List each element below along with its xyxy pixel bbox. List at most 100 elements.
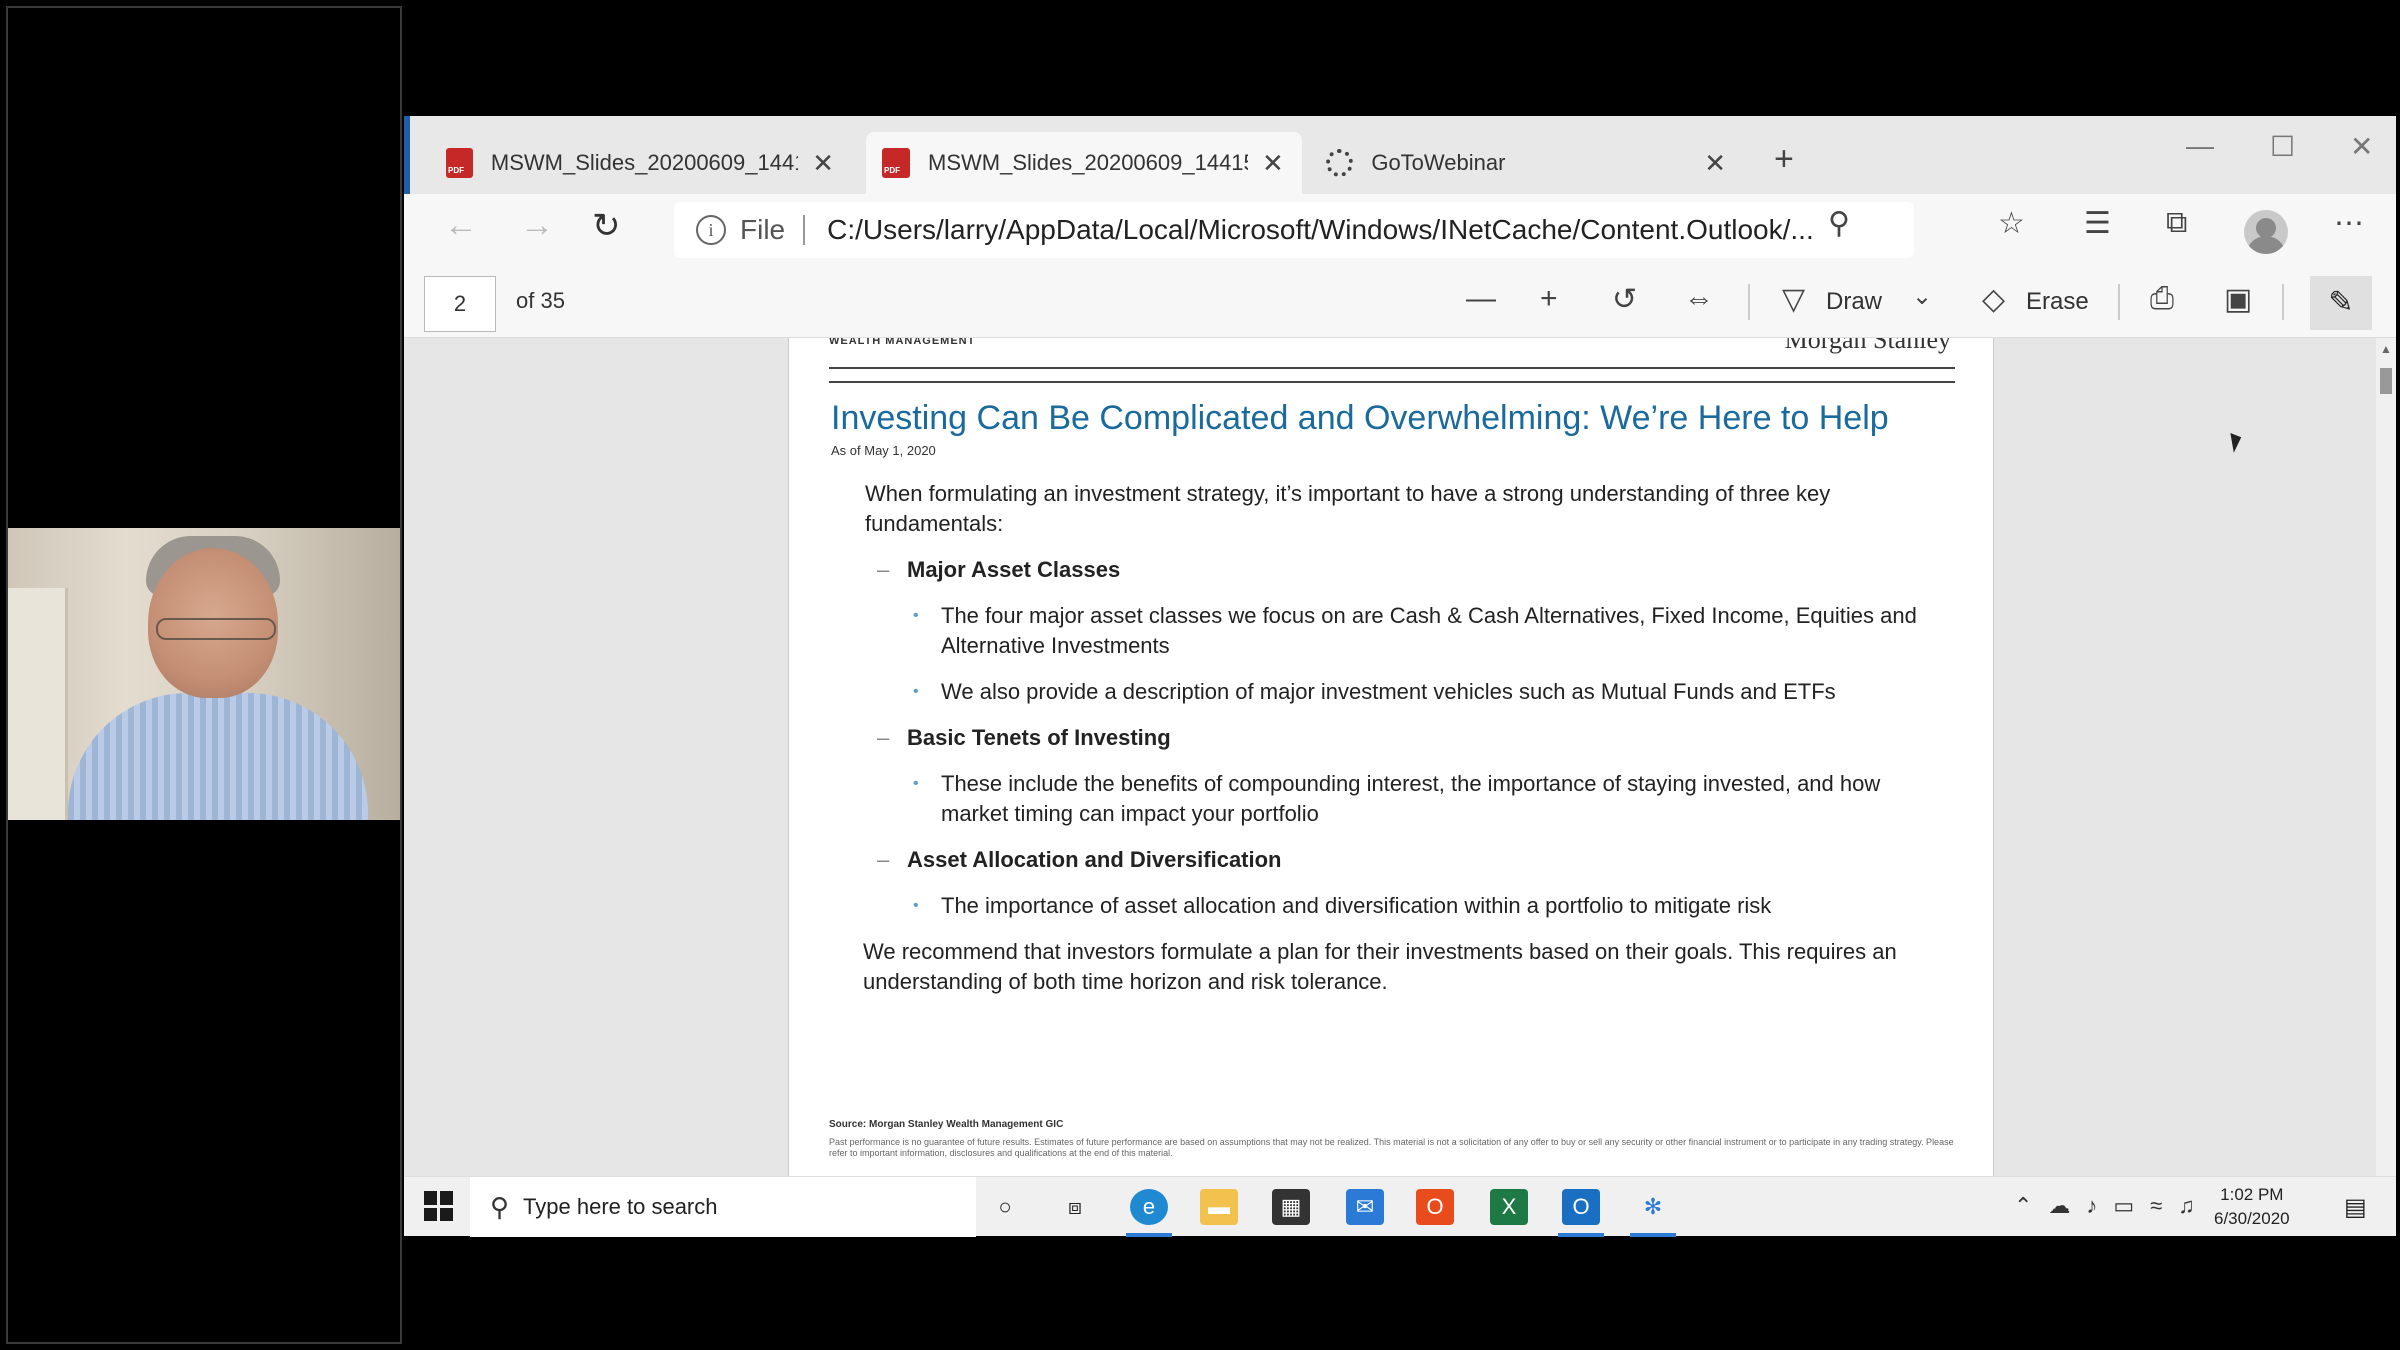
save-icon[interactable]: ▣	[2224, 282, 2252, 317]
windows-start-icon[interactable]	[424, 1191, 454, 1221]
url-text[interactable]: C:/Users/larry/AppData/Local/Microsoft/W…	[827, 214, 1877, 246]
maximize-button[interactable]: ☐	[2270, 130, 2295, 163]
zoom-icon[interactable]: ⚲	[1828, 206, 1850, 241]
back-arrow-icon[interactable]: ←	[444, 206, 478, 245]
header-wealth-management: WEALTH MANAGEMENT	[829, 338, 976, 347]
pin-toolbar-icon[interactable]: ✎	[2310, 276, 2372, 330]
minimize-button[interactable]: —	[2186, 130, 2214, 162]
presenter-shirt	[68, 693, 368, 820]
morgan-stanley-logo: Morgan Stanley	[1784, 338, 1951, 354]
tab-title: MSWM_Slides_20200609_144150	[928, 150, 1248, 175]
zoom-in-icon[interactable]: +	[1540, 282, 1558, 316]
intro-paragraph: When formulating an investment strategy,…	[865, 481, 1831, 536]
file-explorer-icon[interactable]: ▬	[1200, 1189, 1238, 1225]
bullet-item: The importance of asset allocation and d…	[865, 891, 1925, 921]
section-heading: Major Asset Classes	[865, 555, 1925, 585]
taskbar-search-input[interactable]: ⚲ Type here to search	[470, 1177, 976, 1237]
tab-bar: MSWM_Slides_20200609_144150 ✕ MSWM_Slide…	[404, 116, 2396, 194]
cortana-icon[interactable]: ○	[986, 1189, 1024, 1225]
pdf-page: WEALTH MANAGEMENT Morgan Stanley Investi…	[788, 338, 1994, 1176]
divider	[2118, 284, 2120, 320]
active-indicator	[1630, 1233, 1676, 1237]
refresh-icon[interactable]: ↻	[592, 206, 621, 246]
search-placeholder: Type here to search	[523, 1194, 718, 1219]
pdf-icon	[882, 148, 910, 178]
office-icon[interactable]: O	[1416, 1189, 1454, 1225]
more-menu-icon[interactable]: ⋯	[2334, 206, 2364, 241]
taskbar-clock[interactable]: 1:02 PM 6/30/2020	[2214, 1183, 2290, 1231]
background-door	[8, 588, 68, 820]
protocol-label: File	[740, 214, 786, 245]
task-view-icon[interactable]: ⧈	[1056, 1189, 1094, 1225]
active-indicator	[1558, 1233, 1604, 1237]
divider	[803, 215, 806, 245]
draw-icon[interactable]: ▽	[1782, 282, 1805, 317]
scrollbar[interactable]: ▲	[2376, 338, 2396, 1176]
scroll-up-icon[interactable]: ▲	[2380, 342, 2392, 356]
info-icon[interactable]: i	[696, 215, 726, 245]
tab-gotowebinar[interactable]: GoToWebinar ✕	[1310, 132, 1742, 194]
conclusion-paragraph: We recommend that investors formulate a …	[863, 939, 1897, 994]
close-tab-icon[interactable]: ✕	[812, 148, 834, 179]
presenter-webcam	[8, 528, 400, 820]
collections-icon[interactable]: ⧉	[2166, 206, 2187, 240]
notification-icon[interactable]: ▤	[2344, 1193, 2367, 1222]
rotate-icon[interactable]: ↺	[1612, 282, 1637, 317]
pdf-toolbar: 2 of 35 — + ↺ ⇔ ▽ Draw ⌄ ◇ Erase ⎙ ▣ ✎	[404, 266, 2396, 338]
pdf-viewer[interactable]: WEALTH MANAGEMENT Morgan Stanley Investi…	[404, 338, 2396, 1176]
bullet-item: We also provide a description of major i…	[865, 677, 1925, 707]
draw-button[interactable]: Draw	[1826, 288, 1882, 316]
favorites-star-icon[interactable]: ☆	[1998, 206, 2025, 241]
bullet-item: These include the benefits of compoundin…	[865, 769, 1925, 829]
presenter-glasses	[156, 618, 276, 640]
mail-icon[interactable]: ✉	[1346, 1189, 1384, 1225]
chevron-down-icon[interactable]: ⌄	[1912, 282, 1932, 311]
active-indicator	[1126, 1233, 1172, 1237]
disclaimer: Past performance is no guarantee of futu…	[829, 1137, 1954, 1158]
gotowebinar-icon	[1326, 149, 1354, 177]
gotowebinar-taskbar-icon[interactable]: ✻	[1634, 1189, 1672, 1225]
tab-title: MSWM_Slides_20200609_144150	[490, 150, 799, 175]
page-count: of 35	[516, 288, 565, 313]
close-tab-icon[interactable]: ✕	[1704, 148, 1726, 179]
scrollbar-thumb[interactable]	[2380, 368, 2392, 394]
tab-pdf-2[interactable]: MSWM_Slides_20200609_144150 ✕	[866, 132, 1302, 194]
page-number-input[interactable]: 2	[424, 276, 496, 332]
erase-button[interactable]: Erase	[2026, 288, 2089, 316]
as-of-date: As of May 1, 2020	[831, 443, 936, 458]
edge-icon[interactable]: e	[1130, 1189, 1168, 1225]
store-icon[interactable]: ▦	[1272, 1189, 1310, 1225]
outlook-icon[interactable]: O	[1562, 1189, 1600, 1225]
browser-window: MSWM_Slides_20200609_144150 ✕ MSWM_Slide…	[404, 116, 2396, 1237]
print-icon[interactable]: ⎙	[2150, 282, 2174, 316]
slide-title: Investing Can Be Complicated and Overwhe…	[831, 399, 1889, 437]
tab-pdf-1[interactable]: MSWM_Slides_20200609_144150 ✕	[430, 132, 850, 194]
close-window-button[interactable]: ✕	[2350, 130, 2373, 163]
zoom-out-icon[interactable]: —	[1466, 282, 1496, 316]
search-icon: ⚲	[490, 1191, 510, 1222]
excel-icon[interactable]: X	[1490, 1189, 1528, 1225]
source-note: Source: Morgan Stanley Wealth Management…	[829, 1119, 1064, 1130]
system-tray-icons[interactable]: ⌃☁♪▭≈♫	[2014, 1193, 2211, 1219]
forward-arrow-icon[interactable]: →	[520, 206, 554, 245]
rule	[829, 367, 1955, 369]
new-tab-button[interactable]: +	[1774, 140, 1794, 179]
section-heading: Basic Tenets of Investing	[865, 723, 1925, 753]
divider	[2282, 284, 2284, 320]
rule	[829, 381, 1955, 383]
close-tab-icon[interactable]: ✕	[1262, 148, 1284, 179]
clock-time: 1:02 PM	[2220, 1185, 2284, 1204]
clock-date: 6/30/2020	[2214, 1209, 2290, 1228]
tab-title: GoToWebinar	[1371, 150, 1506, 175]
fit-page-icon[interactable]: ⇔	[1684, 282, 1714, 316]
eraser-icon[interactable]: ◇	[1982, 282, 2005, 317]
mouse-cursor-icon	[2230, 431, 2244, 453]
section-heading: Asset Allocation and Diversification	[865, 845, 1925, 875]
bullet-item: The four major asset classes we focus on…	[865, 601, 1925, 661]
slide-body: When formulating an investment strategy,…	[863, 479, 1925, 1013]
address-bar[interactable]: i File C:/Users/larry/AppData/Local/Micr…	[674, 202, 1914, 258]
favorites-list-icon[interactable]: ☰	[2084, 206, 2111, 241]
profile-avatar[interactable]	[2244, 210, 2288, 254]
pdf-icon	[446, 148, 473, 178]
windows-taskbar: ⚲ Type here to search ○ ⧈ e ▬ ▦ ✉ O X O …	[404, 1176, 2396, 1237]
